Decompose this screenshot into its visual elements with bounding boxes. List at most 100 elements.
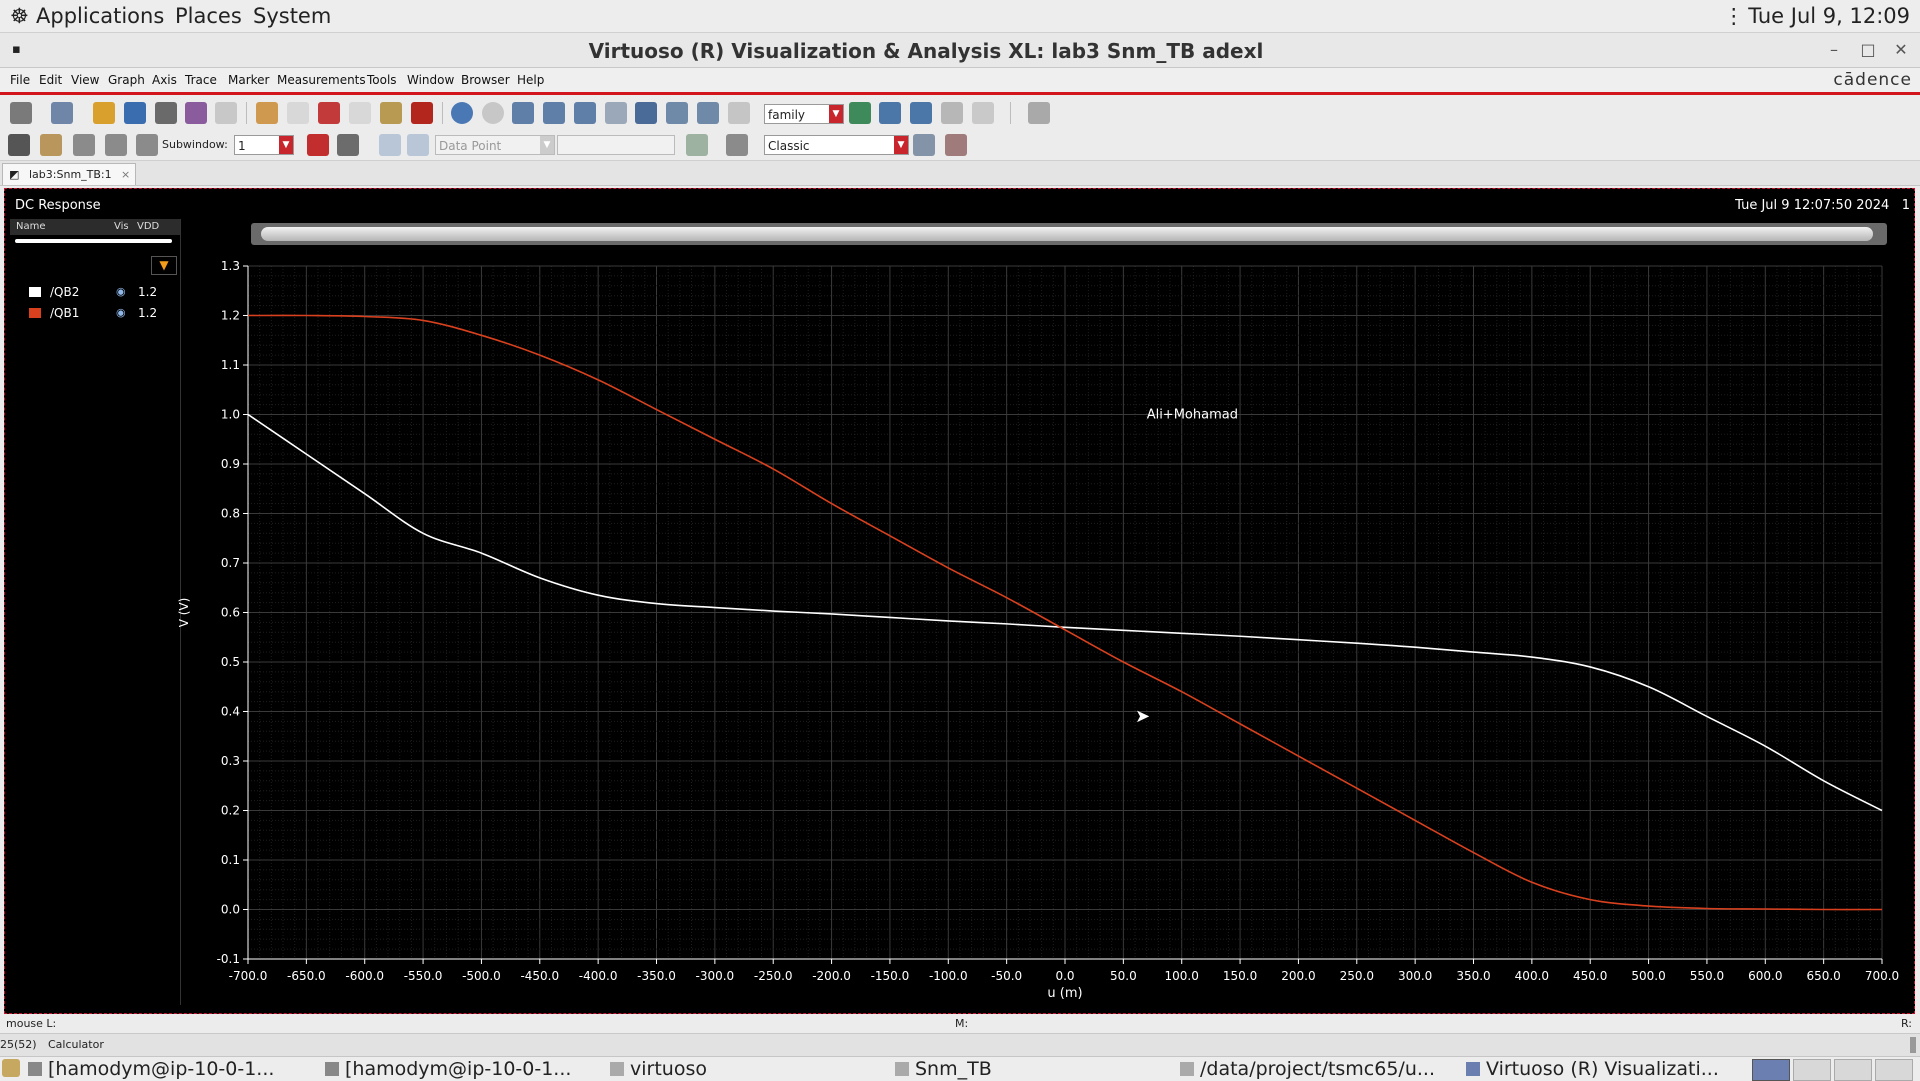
resize-handle[interactable] bbox=[1910, 1037, 1916, 1053]
x-tick-label: -700.0 bbox=[229, 969, 268, 983]
marker-icon[interactable] bbox=[337, 134, 359, 156]
taskbar-item-virtuoso[interactable]: virtuoso bbox=[610, 1058, 707, 1080]
annotate-tool-icon[interactable] bbox=[40, 134, 62, 156]
y-tick-label: 1.3 bbox=[221, 259, 240, 273]
plot-style-select[interactable]: family ▼ bbox=[764, 104, 844, 124]
workspace-2[interactable] bbox=[1793, 1059, 1831, 1081]
x-tick-label: -600.0 bbox=[345, 969, 384, 983]
save-icon[interactable] bbox=[124, 102, 146, 124]
print-icon[interactable] bbox=[155, 102, 177, 124]
dc-response-chart[interactable]: -700.0 -650.0 -600.0 -550.0 -500.0 -450.0 -400… bbox=[5, 189, 1914, 1013]
calculator-icon[interactable] bbox=[726, 134, 748, 156]
zoom-x-icon[interactable] bbox=[574, 102, 596, 124]
workspace-1[interactable] bbox=[1752, 1059, 1790, 1081]
stack-icon[interactable] bbox=[879, 102, 901, 124]
subwindow-select[interactable]: 1 ▼ bbox=[234, 135, 294, 155]
taskbar-item-snm-tb[interactable]: Snm_TB bbox=[895, 1058, 992, 1080]
copy-icon[interactable] bbox=[349, 102, 371, 124]
panel-clock[interactable]: ⋮ Tue Jul 9, 12:09 bbox=[1723, 4, 1910, 28]
columns-layout-icon[interactable] bbox=[105, 134, 127, 156]
show-desktop-icon[interactable] bbox=[2, 1059, 20, 1077]
x-tick-label: 300.0 bbox=[1398, 969, 1432, 983]
minimize-icon[interactable]: – bbox=[1823, 39, 1845, 61]
delete-icon[interactable] bbox=[411, 102, 433, 124]
rows-layout-icon[interactable] bbox=[73, 134, 95, 156]
cut-icon[interactable] bbox=[318, 102, 340, 124]
histogram-icon[interactable] bbox=[686, 134, 708, 156]
menu-window[interactable]: Window bbox=[407, 73, 454, 87]
menu-trace[interactable]: Trace bbox=[185, 73, 217, 87]
workspace-3[interactable] bbox=[1834, 1059, 1872, 1081]
y-tick-label: -0.1 bbox=[217, 952, 240, 966]
grid-icon[interactable] bbox=[1028, 102, 1050, 124]
marker-type-select[interactable]: Data Point ▼ bbox=[435, 135, 555, 155]
menu-edit[interactable]: Edit bbox=[39, 73, 62, 87]
menu-axis[interactable]: Axis bbox=[152, 73, 177, 87]
fit-x-icon[interactable] bbox=[666, 102, 688, 124]
paste-icon[interactable] bbox=[380, 102, 402, 124]
mouse-right-status: R: bbox=[1900, 1017, 1912, 1030]
zoom-in-icon[interactable] bbox=[512, 102, 534, 124]
taskbar-item-visualization[interactable]: Virtuoso (R) Visualizati... bbox=[1466, 1058, 1719, 1080]
redo-icon[interactable] bbox=[287, 102, 309, 124]
fit-icon[interactable] bbox=[635, 102, 657, 124]
tab-lab3-snm-tb[interactable]: ◩ lab3:Snm_TB:1 × bbox=[2, 163, 136, 185]
overlay-icon[interactable] bbox=[910, 102, 932, 124]
marker-value-field[interactable] bbox=[557, 135, 675, 155]
menu-file[interactable]: File bbox=[10, 73, 30, 87]
stop-icon[interactable] bbox=[482, 102, 504, 124]
task-label: /data/project/tsmc65/u... bbox=[1200, 1058, 1435, 1080]
theme-select[interactable]: Classic ▼ bbox=[764, 135, 909, 155]
prev-marker-icon[interactable] bbox=[379, 134, 401, 156]
mouse-middle-status: M: bbox=[955, 1017, 969, 1030]
zoom-y-icon[interactable] bbox=[605, 102, 627, 124]
workspace-4[interactable] bbox=[1875, 1059, 1913, 1081]
pan-icon[interactable] bbox=[728, 102, 750, 124]
clock-text: Tue Jul 9, 12:09 bbox=[1748, 4, 1910, 28]
open-folder-icon[interactable] bbox=[93, 102, 115, 124]
refresh-icon[interactable] bbox=[451, 102, 473, 124]
task-label: virtuoso bbox=[630, 1058, 707, 1080]
applications-menu[interactable]: Applications bbox=[36, 4, 164, 28]
pointer-tool-icon[interactable] bbox=[8, 134, 30, 156]
menu-graph[interactable]: Graph bbox=[108, 73, 145, 87]
places-menu[interactable]: Places bbox=[175, 4, 242, 28]
tab-close-icon[interactable]: × bbox=[121, 164, 130, 185]
taskbar-item-terminal-2[interactable]: [hamodym@ip-10-0-1... bbox=[325, 1058, 571, 1080]
zoom-out-icon[interactable] bbox=[543, 102, 565, 124]
new-subwindow-icon[interactable] bbox=[51, 102, 73, 124]
split-icon[interactable] bbox=[941, 102, 963, 124]
y-tick-label: 0.4 bbox=[221, 705, 240, 719]
taskbar-item-terminal-1[interactable]: [hamodym@ip-10-0-1... bbox=[28, 1058, 274, 1080]
next-marker-icon[interactable] bbox=[407, 134, 429, 156]
detach-icon[interactable] bbox=[913, 134, 935, 156]
chart-type-icon[interactable] bbox=[972, 102, 994, 124]
tile-layout-icon[interactable] bbox=[136, 134, 158, 156]
taskbar-item-project-path[interactable]: /data/project/tsmc65/u... bbox=[1180, 1058, 1435, 1080]
menu-marker[interactable]: Marker bbox=[228, 73, 269, 87]
window-titlebar[interactable]: ▪ Virtuoso (R) Visualization & Analysis … bbox=[0, 33, 1920, 68]
plot-window[interactable]: DC Response Tue Jul 9 12:07:50 2024 1 Na… bbox=[4, 188, 1915, 1014]
strip-icon[interactable] bbox=[849, 102, 871, 124]
calculator-link[interactable]: Calculator bbox=[48, 1038, 104, 1051]
fit-y-icon[interactable] bbox=[697, 102, 719, 124]
undo-icon[interactable] bbox=[256, 102, 278, 124]
gnome-foot-icon[interactable]: ☸ bbox=[10, 4, 29, 28]
print-preview-icon[interactable] bbox=[185, 102, 207, 124]
export-icon[interactable] bbox=[215, 102, 237, 124]
x-tick-label: 350.0 bbox=[1456, 969, 1490, 983]
menu-help[interactable]: Help bbox=[517, 73, 544, 87]
maximize-icon[interactable]: □ bbox=[1857, 39, 1879, 61]
y-tick-label: 0.6 bbox=[221, 606, 240, 620]
close-icon[interactable]: ✕ bbox=[1890, 39, 1912, 61]
menu-view[interactable]: View bbox=[71, 73, 99, 87]
menu-tools[interactable]: Tools bbox=[367, 73, 397, 87]
x-tick-label: 550.0 bbox=[1690, 969, 1724, 983]
x-tick-label: -350.0 bbox=[637, 969, 676, 983]
system-menu[interactable]: System bbox=[253, 4, 331, 28]
settings-icon[interactable] bbox=[945, 134, 967, 156]
menu-browser[interactable]: Browser bbox=[461, 73, 510, 87]
new-window-icon[interactable] bbox=[10, 102, 32, 124]
flag-icon[interactable] bbox=[307, 134, 329, 156]
menu-measurements[interactable]: Measurements bbox=[277, 73, 366, 87]
